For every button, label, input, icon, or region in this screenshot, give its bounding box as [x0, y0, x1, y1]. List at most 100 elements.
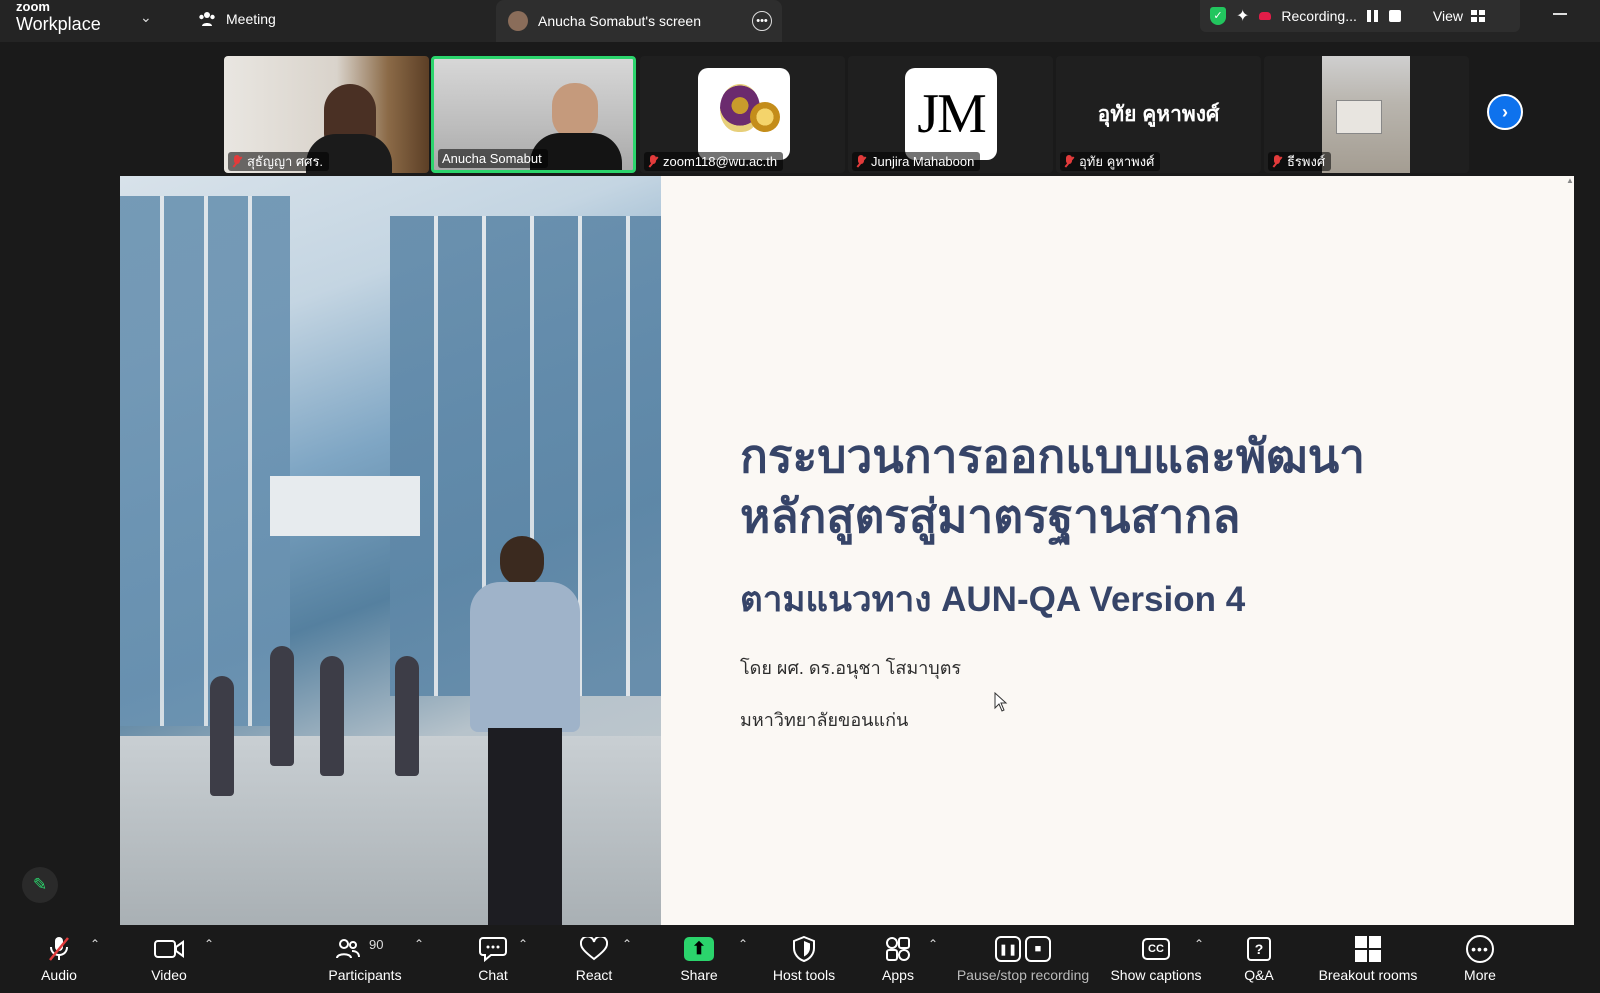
stop-recording-icon[interactable]	[1388, 10, 1401, 22]
chat-label: Chat	[478, 967, 508, 983]
participant-video	[552, 83, 598, 139]
annotate-pencil-icon[interactable]: ✎	[22, 867, 58, 903]
cloud-recording-icon	[1259, 12, 1272, 20]
host-shield-icon	[793, 935, 815, 963]
video-tile[interactable]: JM Junjira Mahaboon	[848, 56, 1053, 173]
host-tools-button[interactable]: Host tools	[768, 925, 840, 993]
video-tile[interactable]: ธีรพงศ์	[1264, 56, 1469, 173]
chat-button[interactable]: Chat	[466, 925, 520, 993]
grid-view-icon	[1470, 10, 1485, 22]
chevron-down-icon[interactable]: ⌄	[140, 9, 152, 26]
react-button[interactable]: React	[566, 925, 622, 993]
chat-options-caret-icon[interactable]: ⌃	[518, 937, 528, 951]
meeting-label: Meeting	[226, 11, 276, 27]
student-legs	[488, 728, 562, 925]
mic-muted-icon	[232, 155, 242, 168]
video-tile[interactable]: อุทัย คูหาพงศ์ อุทัย คูหาพงศ์	[1056, 56, 1261, 173]
more-label: More	[1464, 967, 1496, 983]
video-options-caret-icon[interactable]: ⌃	[204, 937, 214, 951]
breakout-icon-wrap	[1355, 935, 1381, 963]
slide-title-line1: กระบวนการออกแบบและพัฒนา	[740, 430, 1365, 482]
question-icon: ?	[1247, 937, 1271, 961]
video-button[interactable]: Video	[146, 925, 192, 993]
video-tile[interactable]: สุธัญญา ศศร.	[224, 56, 429, 173]
mic-muted-icon	[1064, 155, 1074, 168]
student-sweater	[470, 582, 580, 732]
qa-icon-wrap: ?	[1247, 935, 1271, 963]
audio-options-caret-icon[interactable]: ⌃	[90, 937, 100, 951]
slide-title: กระบวนการออกแบบและพัฒนา หลักสูตรสู่มาตรฐ…	[740, 426, 1365, 546]
share-label: Share	[680, 967, 718, 983]
participant-name-tag: zoom118@wu.ac.th	[644, 152, 784, 171]
brand-top: zoom	[16, 0, 50, 14]
apps-label: Apps	[882, 967, 914, 983]
show-captions-button[interactable]: CC Show captions	[1108, 925, 1204, 993]
apps-icon	[885, 935, 911, 963]
student-figure	[470, 536, 580, 925]
walking-person	[395, 656, 419, 776]
participants-icon: 90	[335, 935, 395, 963]
video-gallery-strip: สุธัญญา ศศร. Anucha Somabut zoom118@wu.a…	[0, 42, 1600, 176]
security-shield-icon[interactable]: ✓	[1210, 7, 1226, 25]
university-logo-avatar	[698, 68, 790, 160]
participants-options-caret-icon[interactable]: ⌃	[414, 937, 424, 951]
more-button[interactable]: ••• More	[1458, 925, 1502, 993]
captions-cc-icon: CC	[1142, 938, 1170, 960]
mic-muted-icon	[48, 935, 70, 963]
more-options-icon[interactable]: •••	[752, 11, 772, 31]
ai-companion-icon[interactable]: ✦	[1236, 6, 1249, 26]
pause-stop-icons: ❚❚ ■	[995, 936, 1051, 962]
slide-author: โดย ผศ. ดร.อนุชา โสมาบุตร	[740, 658, 962, 678]
brand-bottom: Workplace	[16, 14, 101, 34]
participants-label: Participants	[328, 967, 402, 983]
share-arrow-icon: ⬆	[684, 937, 714, 961]
meeting-tab[interactable]: Meeting	[198, 11, 276, 27]
walking-person	[270, 646, 294, 766]
stop-icon: ■	[1025, 936, 1051, 962]
participant-name: zoom118@wu.ac.th	[663, 154, 778, 169]
pause-recording-icon[interactable]	[1366, 10, 1379, 22]
apps-button[interactable]: Apps	[870, 925, 926, 993]
qa-label: Q&A	[1244, 967, 1274, 983]
react-options-caret-icon[interactable]: ⌃	[622, 937, 632, 951]
mic-muted-icon	[1272, 155, 1282, 168]
globe-icon	[750, 102, 780, 132]
chat-bubble-icon	[479, 935, 507, 963]
breakout-label: Breakout rooms	[1318, 967, 1418, 983]
qa-button[interactable]: ? Q&A	[1236, 925, 1282, 993]
view-button[interactable]: View	[1433, 8, 1485, 24]
more-dots-icon: •••	[1466, 935, 1494, 963]
participant-name: อุทัย คูหาพงศ์	[1079, 154, 1155, 169]
heart-icon	[580, 935, 608, 963]
zoom-workplace-logo[interactable]: zoom Workplace	[16, 0, 101, 33]
apps-options-caret-icon[interactable]: ⌃	[928, 937, 938, 951]
jm-avatar: JM	[905, 68, 997, 160]
scroll-up-icon[interactable]: ▲	[1566, 176, 1574, 185]
avatar	[508, 11, 528, 31]
participants-button[interactable]: 90 Participants	[322, 925, 408, 993]
recording-controls-icon: ❚❚ ■	[995, 935, 1051, 963]
pause-stop-recording-button[interactable]: ❚❚ ■ Pause/stop recording	[950, 925, 1096, 993]
shared-screen-tab[interactable]: Anucha Somabut's screen •••	[496, 0, 782, 42]
building-facade	[120, 196, 290, 726]
share-button[interactable]: ⬆ Share	[672, 925, 726, 993]
more-icon-wrap: •••	[1466, 935, 1494, 963]
react-label: React	[575, 967, 613, 983]
chevron-right-icon: ›	[1502, 101, 1508, 122]
participant-name: ธีรพงศ์	[1287, 154, 1326, 169]
minimize-icon[interactable]	[1553, 13, 1567, 15]
breakout-rooms-button[interactable]: Breakout rooms	[1310, 925, 1426, 993]
screen-tab-label: Anucha Somabut's screen	[538, 13, 701, 29]
next-page-button[interactable]: ›	[1487, 94, 1523, 130]
share-options-caret-icon[interactable]: ⌃	[738, 937, 748, 951]
video-tile[interactable]: zoom118@wu.ac.th	[640, 56, 845, 173]
host-tools-label: Host tools	[772, 967, 836, 983]
captions-options-caret-icon[interactable]: ⌃	[1194, 937, 1204, 951]
recording-label: Recording...	[1281, 8, 1357, 24]
meeting-toolbar: Audio ⌃ Video ⌃ 90 Participants ⌃ Chat ⌃…	[0, 925, 1600, 993]
video-tile-active-speaker[interactable]: Anucha Somabut	[431, 56, 636, 173]
video-camera-icon	[154, 935, 184, 963]
audio-button[interactable]: Audio	[36, 925, 82, 993]
view-label: View	[1432, 8, 1463, 24]
participant-name: Junjira Mahaboon	[871, 154, 975, 169]
